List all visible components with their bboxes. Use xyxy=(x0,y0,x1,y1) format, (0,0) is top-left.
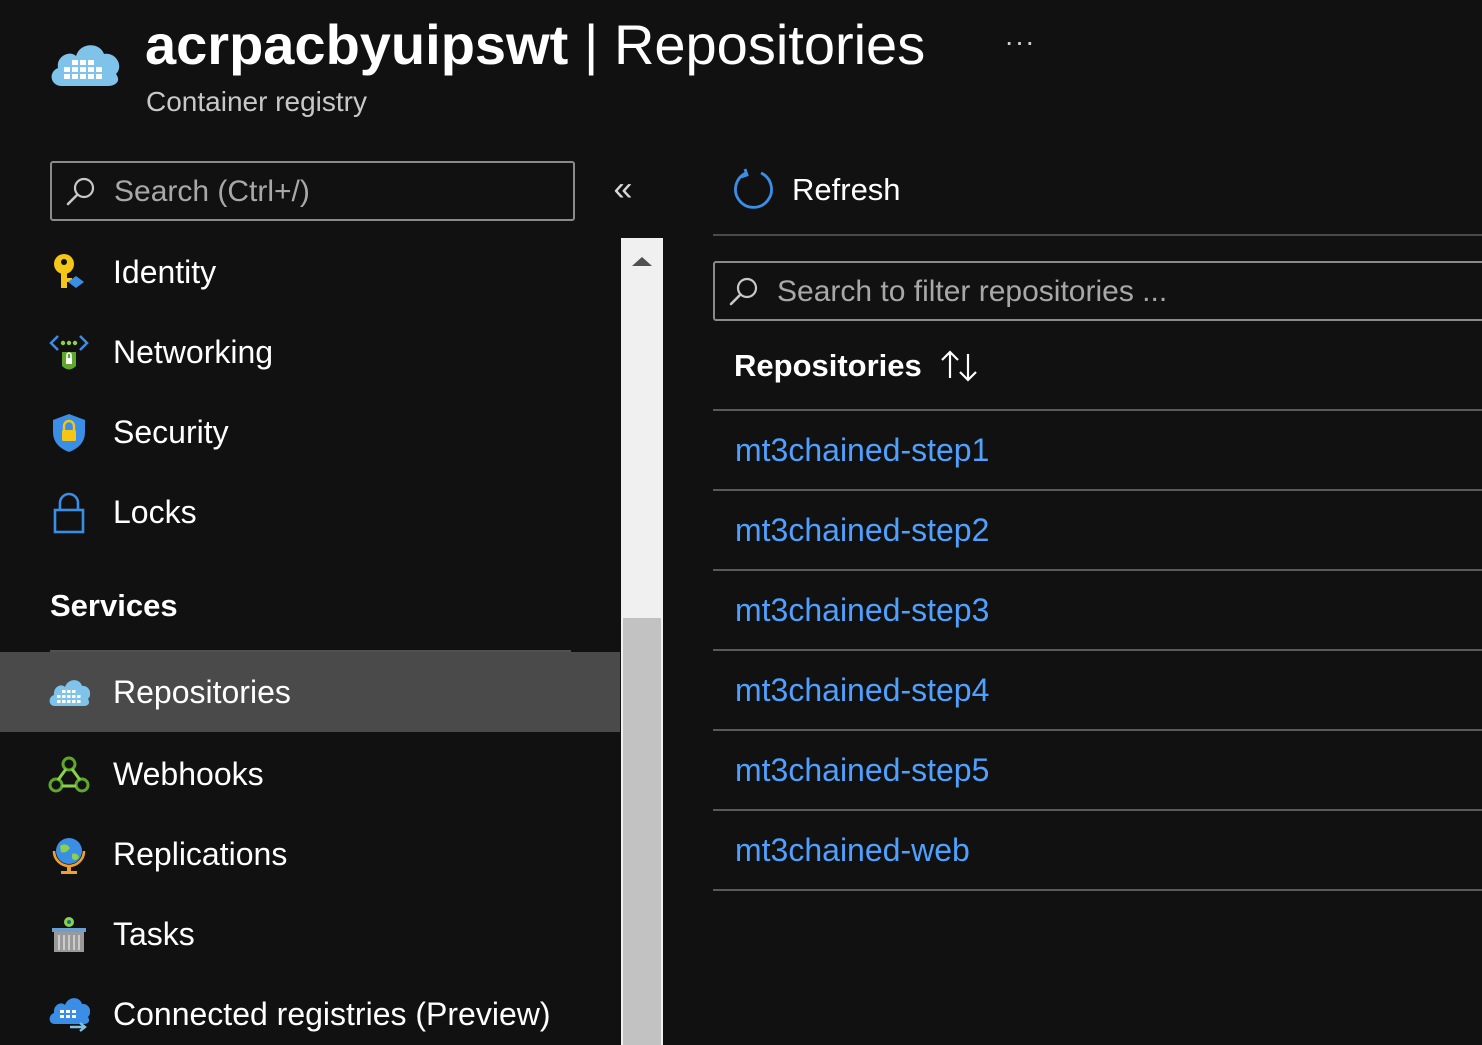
sidebar-item-webhooks[interactable]: Webhooks xyxy=(0,734,620,814)
sidebar-search-box[interactable] xyxy=(50,161,575,221)
sidebar-item-label: Webhooks xyxy=(113,756,264,792)
repositories-column-header[interactable]: Repositories xyxy=(734,338,982,394)
tasks-icon xyxy=(52,917,86,952)
sidebar-item-label: Locks xyxy=(113,494,197,530)
security-shield-icon xyxy=(53,414,85,452)
page-title: acrpacbyuipswt | Repositories xyxy=(145,10,925,80)
replications-globe-icon xyxy=(52,838,86,874)
repository-link[interactable]: mt3chained-step4 xyxy=(735,651,989,729)
sort-arrows-icon[interactable] xyxy=(938,346,982,386)
collapse-sidebar-button[interactable]: « xyxy=(604,172,642,210)
identity-key-icon xyxy=(54,254,84,288)
sidebar-item-repositories[interactable]: Repositories xyxy=(0,652,620,732)
sidebar-item-security[interactable]: Security xyxy=(0,392,620,472)
sidebar-item-replications[interactable]: Replications xyxy=(0,814,620,894)
sidebar-item-networking[interactable]: Networking xyxy=(0,312,620,392)
container-registry-icon xyxy=(51,45,120,86)
sidebar-item-tasks[interactable]: Tasks xyxy=(0,894,620,974)
services-section-header: Services xyxy=(50,588,178,623)
repository-link[interactable]: mt3chained-step1 xyxy=(735,411,989,489)
sidebar-item-label: Security xyxy=(113,414,229,450)
sidebar-item-identity[interactable]: Identity xyxy=(0,232,620,312)
lock-icon xyxy=(53,492,85,534)
row-divider xyxy=(713,889,1482,891)
repository-filter-input[interactable] xyxy=(775,263,1479,321)
sidebar-item-label: Identity xyxy=(113,254,217,290)
webhooks-icon xyxy=(48,756,90,793)
title-separator: | xyxy=(568,13,614,76)
scrollbar-thumb[interactable] xyxy=(623,618,661,1045)
sidebar-item-label: Replications xyxy=(113,836,288,872)
table-row: mt3chained-step5 xyxy=(713,731,1482,811)
resource-name: acrpacbyuipswt xyxy=(145,13,569,76)
sidebar-search-input[interactable] xyxy=(112,163,566,221)
refresh-label: Refresh xyxy=(792,172,901,207)
sidebar-item-connected-registries[interactable]: Connected registries (Preview) xyxy=(0,974,620,1045)
sidebar-scrollbar[interactable] xyxy=(621,238,663,1045)
portal-page: acrpacbyuipswt | Repositories ··· Contai… xyxy=(0,0,1482,1045)
resource-type-subtitle: Container registry xyxy=(146,86,367,117)
table-row: mt3chained-web xyxy=(713,811,1482,891)
refresh-icon xyxy=(734,168,773,209)
search-icon xyxy=(66,177,95,206)
repository-link[interactable]: mt3chained-step3 xyxy=(735,571,989,649)
repositories-icon xyxy=(49,680,90,706)
sidebar-item-locks[interactable]: Locks xyxy=(0,472,620,552)
search-icon xyxy=(729,277,758,306)
connected-registries-icon xyxy=(49,998,90,1032)
page-name: Repositories xyxy=(613,13,926,76)
table-row: mt3chained-step1 xyxy=(713,411,1482,491)
column-header-label: Repositories xyxy=(734,348,922,383)
toolbar-divider xyxy=(713,234,1482,236)
table-row: mt3chained-step3 xyxy=(713,571,1482,651)
sidebar-item-label: Tasks xyxy=(113,916,195,952)
table-row: mt3chained-step4 xyxy=(713,651,1482,731)
table-row: mt3chained-step2 xyxy=(713,491,1482,571)
sidebar-item-label: Connected registries (Preview) xyxy=(113,996,551,1032)
repository-filter-box[interactable] xyxy=(713,261,1482,321)
networking-icon xyxy=(49,335,89,370)
repository-link[interactable]: mt3chained-step2 xyxy=(735,491,989,569)
repository-link[interactable]: mt3chained-step5 xyxy=(735,731,989,809)
sidebar-item-label: Networking xyxy=(113,334,274,370)
more-options-button[interactable]: ··· xyxy=(1000,22,1040,62)
scroll-up-arrow-icon[interactable] xyxy=(621,246,663,276)
repository-link[interactable]: mt3chained-web xyxy=(735,811,970,889)
refresh-button[interactable]: Refresh xyxy=(730,162,901,218)
sidebar-item-label: Repositories xyxy=(113,674,291,710)
